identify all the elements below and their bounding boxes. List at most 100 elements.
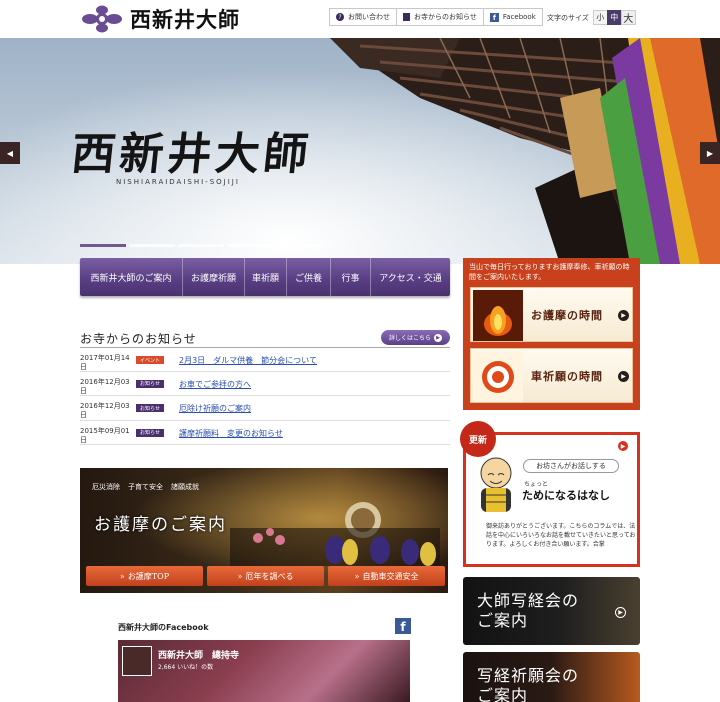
shakyo-kigan-title: 写経祈願会のご案内 xyxy=(477,666,580,702)
goma-time-link[interactable]: お護摩の時間 ▶ xyxy=(470,287,633,342)
shakyo-kigan-banner[interactable]: 写経祈願会のご案内 xyxy=(463,652,640,702)
slider-dot[interactable] xyxy=(276,244,322,247)
goma-time-label: お護摩の時間 xyxy=(531,309,603,322)
goma-benefit: 諸願成就 xyxy=(171,483,199,491)
update-badge: 更新 xyxy=(460,421,496,457)
document-icon xyxy=(403,13,410,21)
news-item: 2016年12月03日 お知らせ 厄除け祈願のご案内 xyxy=(80,396,450,421)
nav-item-goma[interactable]: お護摩祈願 xyxy=(183,258,245,296)
column-speech-bubble: お坊さんがお話しする xyxy=(523,459,619,473)
question-icon: ? xyxy=(336,13,344,21)
schedule-intro: 当山で毎日行っておりますお護摩奉修、車祈願の時間をご案内いたします。 xyxy=(469,263,630,281)
chevron-right-icon: ▶ xyxy=(706,148,714,158)
slider-dot[interactable] xyxy=(178,244,224,247)
logo-text: 西新井大師 xyxy=(130,7,240,32)
facebook-page-name[interactable]: 西新井大師 總持寺 xyxy=(158,648,239,661)
news-date: 2016年12月03日 xyxy=(80,402,130,419)
slider-dot[interactable] xyxy=(227,244,273,247)
goma-benefits: 厄災消除 子育て安全 諸願成就 xyxy=(92,482,199,492)
arrow-right-icon: ▶ xyxy=(434,333,442,342)
news-link-label: お寺からのお知らせ xyxy=(414,13,477,21)
global-nav: 西新井大師のご案内 お護摩祈願 車祈願 ご供養 行事 アクセス・交通 xyxy=(80,258,450,296)
news-title-link[interactable]: 護摩祈願料 変更のお知らせ xyxy=(179,428,283,439)
font-size-switcher: 文字のサイズ 小 中 大 xyxy=(547,10,636,25)
news-item: 2017年01月14日 イベント 2月3日 ダルマ供養 節分会について xyxy=(80,347,450,372)
news-tag: イベント xyxy=(136,356,164,364)
goma-fire-image xyxy=(473,290,523,341)
goma-top-button[interactable]: » お護摩TOP xyxy=(86,566,203,586)
site-logo[interactable]: 西新井大師 xyxy=(80,4,240,34)
goma-top-label: お護摩TOP xyxy=(127,571,170,581)
traffic-safety-label: 自動車交通安全 xyxy=(362,571,419,581)
facebook-likes: 2,664 いいね！の数 xyxy=(158,664,214,671)
news-title-link[interactable]: 厄除け祈願のご案内 xyxy=(179,403,251,414)
facebook-page-avatar xyxy=(122,646,152,676)
font-size-small[interactable]: 小 xyxy=(592,10,608,25)
hero-subtitle: NISHIARAIDAISHI-SOJIJI xyxy=(116,178,240,186)
news-title-link[interactable]: 2月3日 ダルマ供養 節分会について xyxy=(179,355,317,366)
arrow-right-icon: ▶ xyxy=(615,607,626,618)
news-tag: お知らせ xyxy=(136,428,164,437)
news-tag: お知らせ xyxy=(136,404,164,412)
kuruma-time-label: 車祈願の時間 xyxy=(531,370,603,383)
nav-item-about[interactable]: 西新井大師のご案内 xyxy=(80,258,183,296)
news-heading: お寺からのお知らせ xyxy=(80,332,197,346)
news-item: 2015年09月01日 お知らせ 護摩祈願料 変更のお知らせ xyxy=(80,421,450,445)
font-size-medium[interactable]: 中 xyxy=(606,10,622,25)
news-date: 2015年09月01日 xyxy=(80,426,130,444)
slider-dot[interactable] xyxy=(129,244,175,247)
hero-slider: 西新井大師 NISHIARAIDAISHI-SOJIJI ◀ ▶ xyxy=(0,38,720,264)
goma-title: お護摩のご案内 xyxy=(94,515,227,535)
goma-buttons: » お護摩TOP » 厄年を調べる » 自動車交通安全 xyxy=(86,566,445,586)
news-item: 2016年12月03日 お知らせ お車でご参拝の方へ xyxy=(80,372,450,396)
arrow-right-icon: » xyxy=(354,571,360,581)
news-more-button[interactable]: 詳しくはこちら ▶ xyxy=(381,330,450,345)
slider-pagination xyxy=(80,244,322,247)
contact-link[interactable]: ? お問い合わせ xyxy=(329,8,397,26)
nav-item-events[interactable]: 行事 xyxy=(331,258,371,296)
news-list: 2017年01月14日 イベント 2月3日 ダルマ供養 節分会について 2016… xyxy=(80,347,450,445)
nav-item-kuyo[interactable]: ご供養 xyxy=(287,258,331,296)
facebook-page-widget[interactable]: 西新井大師 總持寺 2,664 いいね！の数 xyxy=(118,640,410,702)
column-banner[interactable]: 更新 ▶ お坊さんがお話しする ちょっと ためになるはなし 御来訪ありがとうござ… xyxy=(460,421,640,567)
contact-label: お問い合わせ xyxy=(348,13,390,21)
facebook-icon: f xyxy=(489,12,499,22)
goma-benefit: 厄災消除 xyxy=(92,483,120,491)
news-more-label: 詳しくはこちら xyxy=(388,335,431,342)
slider-dot[interactable] xyxy=(80,244,126,247)
facebook-link-label: Facebook xyxy=(502,13,536,21)
news-date: 2017年01月14日 xyxy=(80,354,130,371)
yakudoshi-label: 厄年を調べる xyxy=(245,571,294,581)
nav-item-access[interactable]: アクセス・交通 xyxy=(371,258,450,296)
arrow-right-icon: » xyxy=(119,571,125,581)
font-size-label: 文字のサイズ xyxy=(547,13,589,22)
facebook-icon[interactable]: f xyxy=(395,618,411,634)
news-tag: お知らせ xyxy=(136,379,164,388)
page: 西新井大師 ? お問い合わせ お寺からのお知らせ f Facebook 文字のサ… xyxy=(0,0,720,702)
kuruma-time-link[interactable]: 車祈願の時間 ▶ xyxy=(470,348,633,403)
facebook-heading: 西新井大師のFacebook xyxy=(118,623,209,632)
temple-crest-icon xyxy=(80,5,124,33)
news-date: 2016年12月03日 xyxy=(80,377,130,395)
site-header: 西新井大師 ? お問い合わせ お寺からのお知らせ f Facebook 文字のサ… xyxy=(0,0,720,38)
traffic-safety-button[interactable]: » 自動車交通安全 xyxy=(328,566,445,586)
goma-benefit: 子育て安全 xyxy=(128,483,163,491)
chevron-left-icon: ◀ xyxy=(6,148,14,158)
news-title-link[interactable]: お車でご参拝の方へ xyxy=(179,379,251,390)
shakyo-banner[interactable]: 大師写経会のご案内 ▶ xyxy=(463,577,640,645)
yakudoshi-button[interactable]: » 厄年を調べる xyxy=(207,566,324,586)
hero-next-button[interactable]: ▶ xyxy=(700,142,720,164)
kuruma-charm-image xyxy=(473,351,523,402)
hero-title: 西新井大師 xyxy=(68,129,315,180)
column-title: ためになるはなし xyxy=(522,489,610,502)
utility-links: ? お問い合わせ お寺からのお知らせ f Facebook xyxy=(329,8,543,26)
arrow-right-icon: » xyxy=(237,571,243,581)
hero-prev-button[interactable]: ◀ xyxy=(0,142,20,164)
news-link[interactable]: お寺からのお知らせ xyxy=(396,8,484,26)
font-size-large[interactable]: 大 xyxy=(620,10,636,25)
nav-item-kuruma[interactable]: 車祈願 xyxy=(245,258,287,296)
monk-illustration xyxy=(480,457,512,512)
arrow-right-icon: ▶ xyxy=(618,371,629,382)
facebook-link[interactable]: f Facebook xyxy=(482,8,543,26)
goma-banner: 厄災消除 子育て安全 諸願成就 お護摩のご案内 » お護摩TOP » 厄年を調べる … xyxy=(80,468,448,593)
